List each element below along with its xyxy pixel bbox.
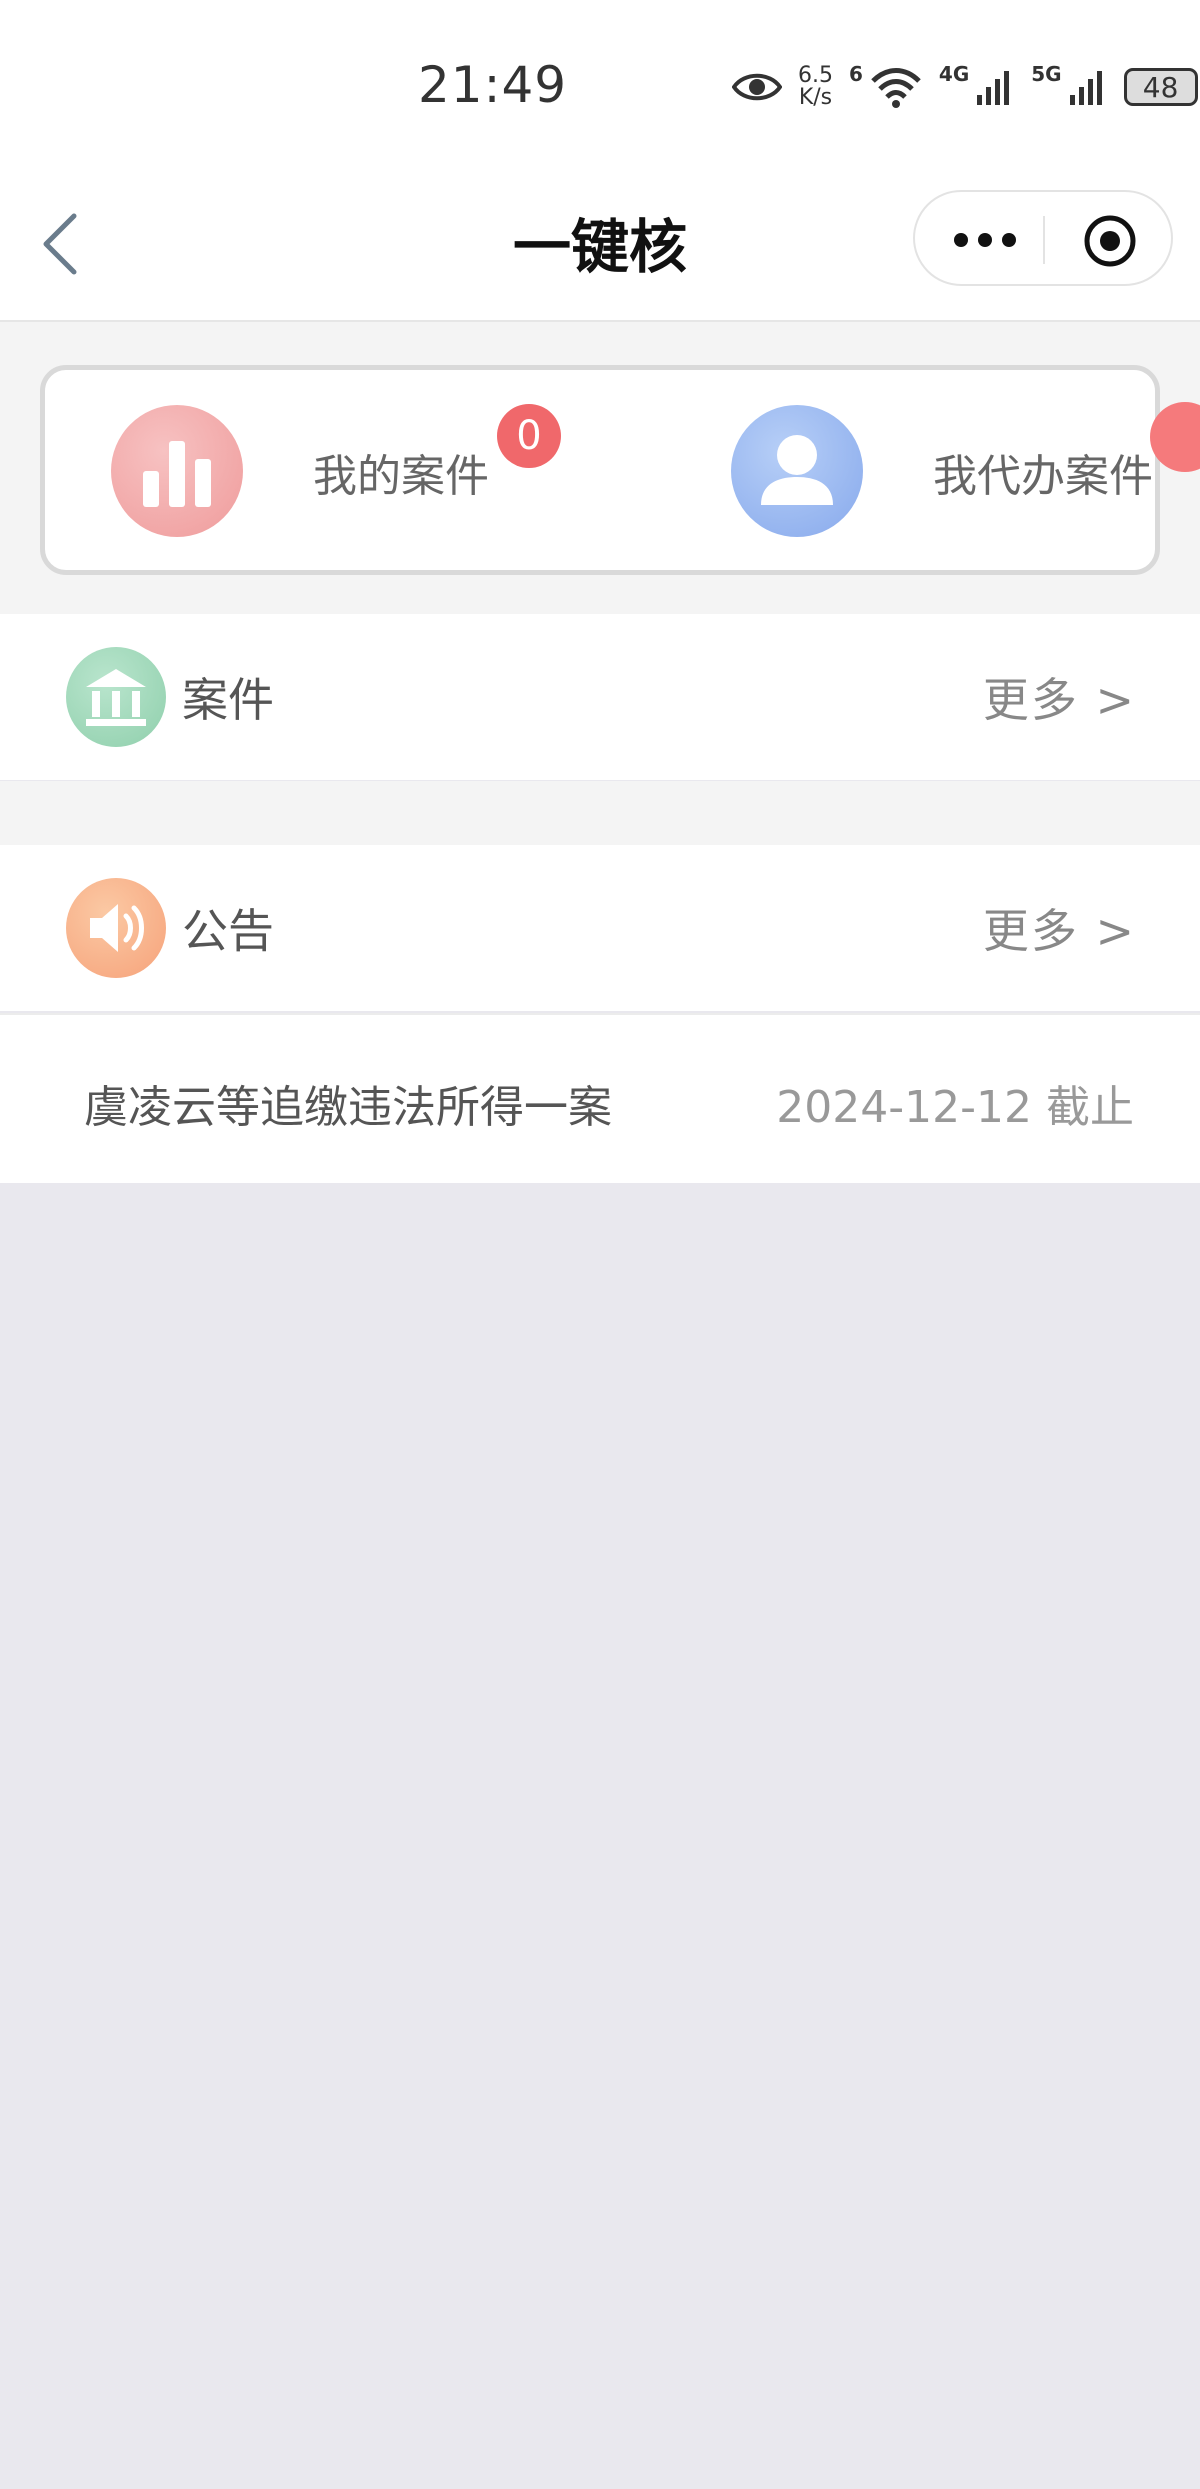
status-icons: 6.5 K/s 6 4G 5G 48 <box>732 62 1200 112</box>
list-item[interactable]: 虞凌云等追缴违法所得一案 2024-12-12 截止 <box>0 1013 1200 1183</box>
speaker-icon <box>90 904 144 952</box>
cases-more-link[interactable]: 更多 > <box>983 664 1136 730</box>
wifi-icon <box>871 68 921 108</box>
capsule-divider <box>1043 216 1045 264</box>
sim1-label: 4G <box>938 62 970 86</box>
delegated-cases-label: 我代办案件 <box>933 451 1153 502</box>
user-icon <box>761 435 833 505</box>
status-time: 21:49 <box>418 56 568 114</box>
notices-icon-circle <box>66 878 166 978</box>
cases-section-title: 案件 <box>182 673 274 727</box>
net-speed: 6.5 K/s <box>798 65 833 109</box>
signal-icon-sim1 <box>977 71 1010 105</box>
my-cases-button[interactable]: 我的案件 0 <box>45 370 605 570</box>
mini-program-capsule <box>913 190 1173 286</box>
delegated-cases-button[interactable]: 我代办案件 <box>605 370 1165 570</box>
more-menu-icon[interactable] <box>953 226 1017 254</box>
notice-title: 虞凌云等追缴违法所得一案 <box>84 1082 612 1133</box>
quick-actions-band: 我的案件 0 我代办案件 <box>0 322 1200 614</box>
notices-section-title: 公告 <box>182 904 274 958</box>
notice-deadline: 2024-12-12 截止 <box>776 1082 1134 1133</box>
bar-chart-icon <box>143 441 211 507</box>
cases-section-header: 案件 更多 > <box>0 614 1200 780</box>
my-cases-label: 我的案件 <box>313 451 489 502</box>
status-bar: 21:49 6.5 K/s 6 4G 5G 48 <box>0 0 1200 180</box>
signal-icon-sim2 <box>1069 71 1102 105</box>
section-gap <box>0 781 1200 845</box>
nav-bar: 一键核 <box>0 180 1200 322</box>
sim2-label: 5G <box>1031 62 1062 86</box>
battery-icon: 48 <box>1123 68 1200 106</box>
notices-more-link[interactable]: 更多 > <box>983 895 1136 961</box>
battery-level: 48 <box>1123 68 1198 106</box>
my-cases-icon-circle <box>111 405 243 537</box>
my-cases-badge: 0 <box>497 404 561 468</box>
net-speed-unit: K/s <box>798 85 833 110</box>
notices-section-header: 公告 更多 > <box>0 845 1200 1011</box>
cases-icon-circle <box>66 647 166 747</box>
quick-actions-card: 我的案件 0 我代办案件 <box>40 365 1200 575</box>
eye-icon <box>732 73 782 101</box>
courthouse-icon <box>86 669 146 726</box>
wifi-badge: 6 <box>849 62 863 86</box>
close-miniprogram-icon[interactable] <box>1083 214 1137 268</box>
net-speed-value: 6.5 <box>798 63 833 88</box>
delegated-cases-icon-circle <box>731 405 863 537</box>
